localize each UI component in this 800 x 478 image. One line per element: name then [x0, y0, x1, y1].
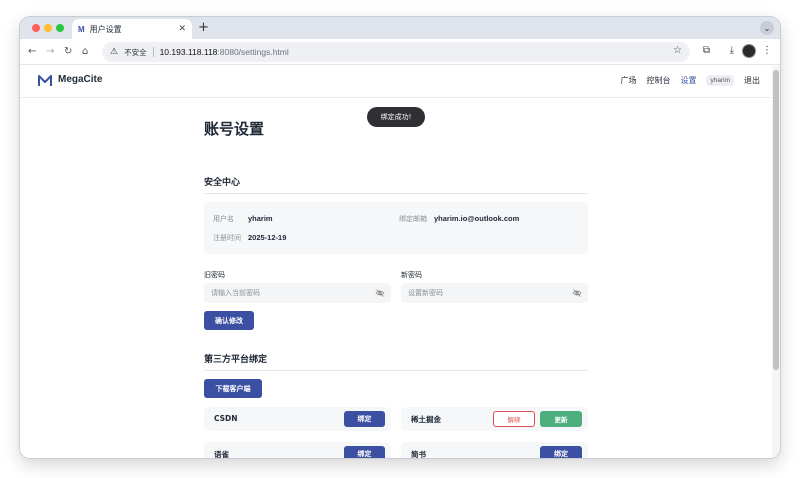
eye-off-icon[interactable] — [572, 289, 582, 297]
brand-name[interactable]: MegaCite — [58, 74, 102, 85]
bind-yuque-button[interactable]: 绑定 — [344, 446, 385, 458]
url-path: :8080/settings.html — [217, 47, 289, 57]
tab-bar: M 用户设置 ✕ + ⌄ — [20, 17, 780, 39]
update-juejin-button[interactable]: 更新 — [540, 411, 582, 427]
back-icon[interactable]: ← — [28, 45, 36, 59]
old-password-input[interactable] — [204, 283, 391, 303]
browser-toolbar: ← → ↻ ⌂ ⚠ 不安全 10.193.118.118:8080/settin… — [20, 39, 780, 65]
page-viewport: MegaCite 广场 控制台 设置 yharim 退出 绑定成功! 账号设置 … — [20, 66, 780, 458]
top-nav: 广场 控制台 设置 yharim 退出 — [620, 75, 760, 86]
kebab-menu-icon[interactable]: ⋮ — [762, 44, 772, 58]
browser-tab[interactable]: M 用户设置 ✕ — [72, 19, 192, 39]
reload-icon[interactable]: ↻ — [64, 45, 72, 59]
profile-avatar[interactable] — [742, 44, 756, 58]
platform-name: 稀土掘金 — [411, 415, 441, 424]
bookmark-star-icon[interactable]: ☆ — [673, 45, 682, 56]
section-divider — [204, 370, 588, 371]
platform-card-jianshu: 简书 绑定 — [401, 442, 588, 458]
maximize-window-button[interactable] — [56, 24, 64, 32]
user-badge[interactable]: yharim — [706, 75, 734, 86]
close-tab-icon[interactable]: ✕ — [178, 24, 186, 34]
minimize-window-button[interactable] — [44, 24, 52, 32]
nav-logout[interactable]: 退出 — [744, 75, 760, 86]
account-info-card: 用户名 yharim 绑定邮箱 yharim.io@outlook.com 注册… — [204, 202, 588, 254]
megacite-logo-icon — [38, 75, 52, 86]
platform-card-csdn: CSDN 绑定 — [204, 407, 391, 431]
address-bar[interactable]: ⚠ 不安全 10.193.118.118:8080/settings.html … — [102, 42, 690, 62]
security-section-title: 安全中心 — [204, 178, 241, 188]
platform-card-yuque: 语雀 绑定 — [204, 442, 391, 458]
desktop: M 用户设置 ✕ + ⌄ ← → ↻ ⌂ ⚠ 不安全 10.193.118.11… — [0, 0, 800, 478]
new-password-label: 新密码 — [401, 271, 422, 279]
url-host: 10.193.118.118 — [159, 47, 218, 57]
platform-name: 语雀 — [214, 450, 229, 458]
old-password-label: 旧密码 — [204, 271, 225, 279]
platform-name: CSDN — [214, 414, 238, 423]
site-header: MegaCite 广场 控制台 设置 yharim 退出 — [20, 66, 772, 98]
scrollbar-thumb[interactable] — [773, 70, 779, 370]
home-icon[interactable]: ⌂ — [82, 45, 88, 59]
forward-icon[interactable]: → — [46, 45, 54, 59]
tab-search-icon[interactable]: ⌄ — [760, 21, 774, 35]
nav-dashboard[interactable]: 控制台 — [646, 75, 670, 86]
download-client-button[interactable]: 下载客户端 — [204, 379, 262, 398]
section-divider — [204, 193, 588, 194]
new-password-input[interactable] — [401, 283, 588, 303]
download-icon[interactable]: ⤓ — [730, 44, 734, 58]
bind-csdn-button[interactable]: 绑定 — [344, 411, 385, 427]
toast-message: 绑定成功! — [367, 107, 425, 127]
divider — [152, 47, 154, 57]
nav-settings[interactable]: 设置 — [680, 75, 696, 86]
nav-plaza[interactable]: 广场 — [620, 75, 636, 86]
close-window-button[interactable] — [32, 24, 40, 32]
tab-title: 用户设置 — [89, 24, 122, 34]
eye-off-icon[interactable] — [375, 289, 385, 297]
insecure-label: 不安全 — [124, 47, 147, 57]
warning-icon: ⚠ — [110, 47, 119, 57]
bind-jianshu-button[interactable]: 绑定 — [540, 446, 582, 458]
username-label: 用户名 — [213, 215, 234, 223]
unbind-juejin-button[interactable]: 解绑 — [493, 411, 535, 427]
email-value: yharim.io@outlook.com — [434, 214, 520, 223]
username-value: yharim — [248, 214, 273, 223]
platform-card-juejin: 稀土掘金 解绑 更新 — [401, 407, 588, 431]
browser-window: M 用户设置 ✕ + ⌄ ← → ↻ ⌂ ⚠ 不安全 10.193.118.11… — [20, 17, 780, 458]
thirdparty-section-title: 第三方平台绑定 — [204, 355, 268, 365]
registered-label: 注册时间 — [213, 234, 241, 242]
scrollbar[interactable] — [772, 66, 780, 458]
new-tab-button[interactable]: + — [198, 20, 209, 36]
registered-value: 2025-12-19 — [248, 233, 287, 242]
url-text: 10.193.118.118:8080/settings.html — [160, 47, 289, 57]
email-label: 绑定邮箱 — [399, 215, 427, 223]
favicon-icon: M — [78, 24, 85, 34]
confirm-change-button[interactable]: 确认修改 — [204, 311, 254, 330]
extensions-icon[interactable]: ⧉ — [703, 44, 710, 58]
platform-name: 简书 — [411, 450, 426, 458]
page-title: 账号设置 — [204, 120, 265, 138]
